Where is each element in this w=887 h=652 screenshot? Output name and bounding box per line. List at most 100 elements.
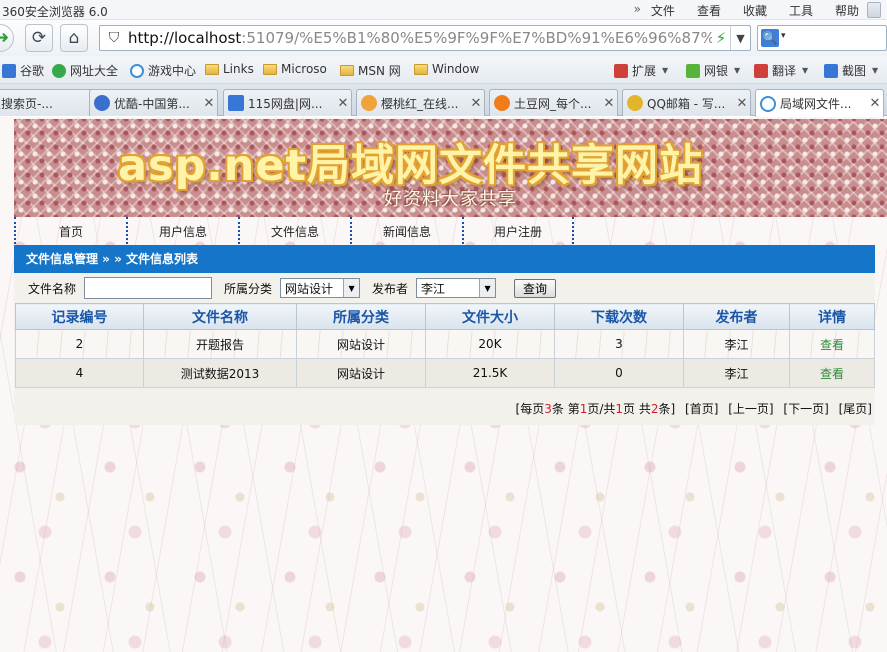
publisher-select[interactable]: 李江 ▼ xyxy=(416,278,497,298)
file-name-input[interactable] xyxy=(84,277,213,299)
close-icon[interactable]: ✕ xyxy=(468,96,484,111)
cell-downloads: 0 xyxy=(554,358,684,388)
bolt-icon[interactable]: ⚡ xyxy=(712,29,730,47)
bank-shield-icon xyxy=(686,63,700,78)
col-detail: 详情 xyxy=(789,303,875,330)
table-row: 2 开题报告 网站设计 20K 3 李江 查看 xyxy=(15,329,875,359)
col-downloads: 下载次数 xyxy=(554,303,684,330)
pager-prev[interactable]: [上一页] xyxy=(728,402,773,416)
address-url[interactable]: http://localhost:51079/%E5%B1%80%E5%9F%9… xyxy=(128,29,712,47)
tab-label: 从搜索页-... xyxy=(0,96,53,111)
search-engine-caret-icon[interactable]: ▾ xyxy=(781,31,786,41)
pager-first[interactable]: [首页] xyxy=(685,402,718,416)
close-icon[interactable]: ✕ xyxy=(867,96,883,111)
site-title: asp.net局域网文件共享网站 xyxy=(118,141,704,191)
address-dropdown-icon[interactable]: ▼ xyxy=(730,26,750,50)
site-subtitle: 好资料大家共享 xyxy=(384,189,517,210)
cell-file-size: 20K xyxy=(425,329,555,359)
favorites-bar: 谷歌 网址大全 游戏中心 Links Microso MSN 网 Window … xyxy=(0,56,887,84)
shield-icon: ⛉ xyxy=(108,30,120,46)
tab-cherry[interactable]: 樱桃红_在线... ✕ xyxy=(356,89,485,116)
pager-text: [每页 xyxy=(515,402,545,416)
nav-user-register[interactable]: 用户注册 xyxy=(462,217,574,244)
category-select[interactable]: 网站设计 ▼ xyxy=(280,278,361,298)
bookmark-label: 谷歌 xyxy=(20,64,45,78)
pager-last[interactable]: [尾页] xyxy=(839,402,872,416)
back-button[interactable]: ➜ xyxy=(0,24,14,52)
smiley-icon xyxy=(361,95,377,111)
browser-menu: » 文件 查看 收藏 工具 帮助 xyxy=(634,2,859,19)
bookmark-hao[interactable]: 网址大全 xyxy=(52,62,118,79)
tab-label: 樱桃红_在线... xyxy=(381,96,459,111)
file-table: 记录编号 文件名称 所属分类 文件大小 下载次数 发布者 详情 2 开题报告 网… xyxy=(15,303,875,388)
folder-icon xyxy=(263,63,277,75)
search-engine-icon[interactable]: 🔍 xyxy=(761,29,779,47)
tab-youku[interactable]: 优酷-中国第... ✕ xyxy=(89,89,218,116)
close-icon[interactable]: ✕ xyxy=(201,96,217,111)
screenshot-icon xyxy=(824,63,838,78)
tudou-icon xyxy=(494,95,510,111)
pager-text: 页 共 xyxy=(623,402,651,416)
pager-text: 条] xyxy=(658,402,676,416)
bookmark-msn[interactable]: MSN 网 xyxy=(340,62,401,79)
cell-publisher: 李江 xyxy=(683,329,790,359)
page-content: asp.net局域网文件共享网站 好资料大家共享 首页 用户信息 文件信息 新闻… xyxy=(0,117,887,652)
tab-115[interactable]: 115网盘|网... ✕ xyxy=(223,89,352,116)
cell-category: 网站设计 xyxy=(296,329,426,359)
table-header-row: 记录编号 文件名称 所属分类 文件大小 下载次数 发布者 详情 xyxy=(15,303,875,330)
nav-home[interactable]: 首页 xyxy=(14,217,126,244)
tool-translate[interactable]: 翻译 ▼ xyxy=(754,62,808,79)
menu-file[interactable]: 文件 xyxy=(651,2,675,19)
nav-news-info[interactable]: 新闻信息 xyxy=(350,217,462,244)
address-bar[interactable]: ⛉ http://localhost:51079/%E5%B1%80%E5%9F… xyxy=(99,25,751,51)
menu-view[interactable]: 查看 xyxy=(697,2,721,19)
bookmark-label: 游戏中心 xyxy=(148,64,197,78)
tool-bank[interactable]: 网银 ▼ xyxy=(686,62,740,79)
tab-qqmail[interactable]: QQ邮箱 - 写... ✕ xyxy=(622,89,751,116)
pin-icon[interactable] xyxy=(867,2,881,18)
folder-icon xyxy=(340,65,354,76)
bookmark-links[interactable]: Links xyxy=(205,62,254,76)
pager-text: 页/共 xyxy=(587,402,616,416)
back-arrow-icon: ➜ xyxy=(0,28,10,48)
url-path: :51079/%E5%B1%80%E5%9F%9F%E7%BD%91%E6%96… xyxy=(241,29,712,47)
chevron-down-icon: ▼ xyxy=(343,279,360,297)
tool-extensions[interactable]: 扩展 ▼ xyxy=(614,62,668,79)
bookmark-google[interactable]: 谷歌 xyxy=(2,62,44,79)
query-button[interactable]: 查询 xyxy=(514,278,557,298)
cell-publisher: 李江 xyxy=(683,358,790,388)
tab-tudou[interactable]: 土豆网_每个... ✕ xyxy=(489,89,618,116)
browser-navbar: ➜ ⟳ ⌂ ⛉ http://localhost:51079/%E5%B1%80… xyxy=(0,20,887,56)
view-detail-link[interactable]: 查看 xyxy=(789,329,875,359)
tool-screenshot[interactable]: 截图 ▼ xyxy=(824,62,878,79)
hao-icon xyxy=(52,63,66,78)
nav-file-info[interactable]: 文件信息 xyxy=(238,217,350,244)
dropdown-caret-icon: ▼ xyxy=(802,66,809,75)
nav-user-info[interactable]: 用户信息 xyxy=(126,217,238,244)
bookmark-windows[interactable]: Window xyxy=(414,62,479,76)
pager-per-page: 3 xyxy=(544,402,552,416)
bookmark-label: Links xyxy=(223,62,254,76)
refresh-button[interactable]: ⟳ xyxy=(25,24,53,52)
site-banner: asp.net局域网文件共享网站 好资料大家共享 xyxy=(14,119,887,217)
home-button[interactable]: ⌂ xyxy=(60,24,88,52)
folder-icon xyxy=(414,63,428,75)
pager-next[interactable]: [下一页] xyxy=(783,402,828,416)
menu-chevron-icon[interactable]: » xyxy=(634,2,641,19)
menu-tools[interactable]: 工具 xyxy=(789,2,813,19)
tab-current[interactable]: 局域网文件... ✕ xyxy=(755,89,884,117)
browser-titlebar: 360安全浏览器 6.0 » 文件 查看 收藏 工具 帮助 xyxy=(0,0,887,20)
close-icon[interactable]: ✕ xyxy=(335,96,351,111)
view-detail-link[interactable]: 查看 xyxy=(789,358,875,388)
bookmark-game-center[interactable]: 游戏中心 xyxy=(130,62,196,79)
filter-bar: 文件名称 所属分类 网站设计 ▼ 发布者 李江 ▼ 查询 xyxy=(14,273,875,303)
bookmark-microsoft[interactable]: Microso xyxy=(263,62,327,76)
close-icon[interactable]: ✕ xyxy=(734,96,750,111)
menu-favorites[interactable]: 收藏 xyxy=(743,2,767,19)
col-publisher: 发布者 xyxy=(683,303,790,330)
google-icon xyxy=(2,63,16,78)
menu-help[interactable]: 帮助 xyxy=(835,2,859,19)
pager-total-records: 2 xyxy=(650,402,659,416)
search-box[interactable]: 🔍 ▾ xyxy=(757,25,887,51)
close-icon[interactable]: ✕ xyxy=(601,96,617,111)
